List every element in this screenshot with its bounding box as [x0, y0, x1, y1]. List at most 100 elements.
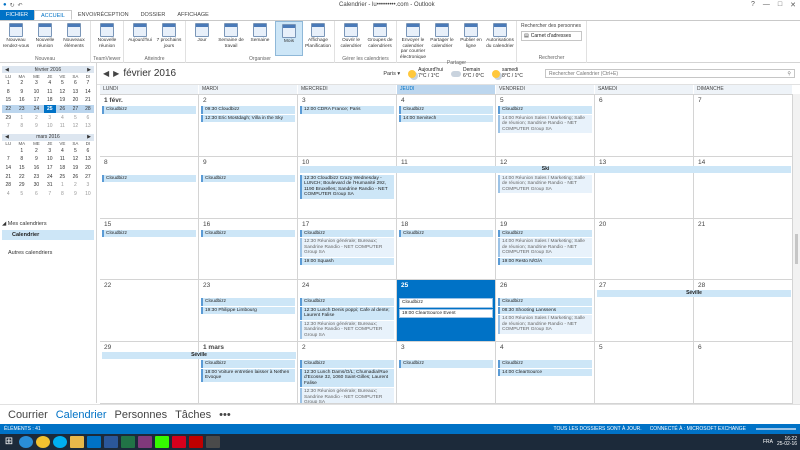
nav-mail[interactable]: Courrier	[8, 409, 48, 421]
day-cell[interactable]: 21	[694, 218, 793, 281]
day-cell[interactable]: 3 12:00 CDRA France; Paris	[298, 95, 397, 157]
mini-calendar-day[interactable]: 4	[2, 190, 15, 199]
calendar-event[interactable]: 14:00 Servitech	[399, 114, 493, 122]
ribbon-button[interactable]: Affichage Planification	[304, 21, 332, 56]
day-cell[interactable]: 25 Cloudbizz 19:00 ClearSource Event	[397, 280, 496, 343]
mini-calendar-day[interactable]: 2	[15, 79, 30, 88]
send-receive-icon[interactable]: ↻	[10, 2, 15, 9]
tab-fichier[interactable]: FICHIER	[0, 10, 34, 20]
language-indicator[interactable]: FRA	[763, 439, 773, 445]
folder-calendar[interactable]: Calendrier	[2, 230, 94, 240]
calendar-event[interactable]: 08:30 Shooting Lanssens	[498, 306, 592, 315]
mini-calendar-day[interactable]: 8	[15, 155, 30, 164]
day-cell[interactable]: 5	[595, 342, 694, 404]
maximize-icon[interactable]: □	[778, 1, 782, 9]
mini-calendar-day[interactable]: 18	[56, 164, 69, 173]
calendar-event[interactable]: Cloudbizz	[399, 229, 493, 238]
mini-calendar-day[interactable]: 28	[2, 181, 15, 190]
previous-month-icon[interactable]: ◀	[103, 69, 109, 78]
mini-calendar-day[interactable]: 28	[81, 104, 94, 114]
mini-calendar-day[interactable]: 7	[82, 79, 94, 88]
calendar-event[interactable]: Cloudbizz	[102, 174, 196, 183]
vertical-scrollbar[interactable]	[793, 94, 800, 404]
mini-calendar-day[interactable]: 16	[29, 164, 44, 173]
mini-calendar-day[interactable]: 4	[56, 113, 69, 122]
mini-calendar-day[interactable]: 20	[82, 164, 94, 173]
start-icon[interactable]: ⊞	[2, 436, 16, 448]
mini-calendar-day[interactable]: 15	[15, 164, 30, 173]
clock[interactable]: 16:22 25-02-16	[777, 436, 797, 448]
mini-calendar-day[interactable]: 3	[29, 79, 44, 88]
explorer-icon[interactable]	[70, 436, 84, 448]
mini-calendar-day[interactable]: 3	[44, 147, 56, 156]
day-cell[interactable]: 20	[595, 218, 694, 281]
mini-calendar-day[interactable]: 1	[15, 147, 30, 156]
calendar-event[interactable]: Cloudbizz	[498, 229, 592, 238]
calendar-event[interactable]: 12:30 Réunion générale; Bureaux; Sandrin…	[300, 320, 394, 340]
calculator-icon[interactable]	[206, 436, 220, 448]
day-cell[interactable]: 6	[694, 342, 793, 404]
calendar-event[interactable]: 14:00 Réunion Sales / Marketing; Salle d…	[498, 114, 592, 133]
mini-calendar-day[interactable]: 22	[2, 104, 15, 114]
ribbon-button[interactable]: Groupes de calendriers	[366, 21, 394, 56]
mini-calendar-day[interactable]: 7	[44, 190, 56, 199]
previous-month-icon[interactable]: ◀	[5, 67, 9, 73]
mini-calendar-day[interactable]: 22	[15, 172, 30, 181]
calendar-event[interactable]: 12:30 Réunion générale; Bureaux; Sandrin…	[300, 238, 394, 257]
calendar-event[interactable]: Cloudbizz	[201, 298, 295, 306]
mini-calendar-day[interactable]: 4	[44, 79, 56, 88]
calendar-event[interactable]: Cloudbizz	[399, 106, 493, 114]
calendar-event[interactable]: Cloudbizz	[201, 174, 295, 183]
day-cell[interactable]: 17 Cloudbizz 12:30 Réunion générale; Burea…	[298, 218, 397, 281]
mini-calendar-day[interactable]: 31	[44, 181, 56, 190]
mini-calendar-day[interactable]: 1	[15, 113, 30, 122]
mini-calendar-day[interactable]: 5	[56, 79, 69, 88]
mini-calendar-day[interactable]: 4	[56, 147, 69, 156]
day-cell[interactable]: 3 Cloudbizz	[397, 342, 496, 404]
mini-calendar-day[interactable]: 8	[2, 88, 15, 97]
other-calendars-header[interactable]: Autres calendriers	[2, 250, 94, 256]
calendar-event[interactable]: Cloudbizz	[300, 298, 394, 306]
scrollbar-thumb[interactable]	[795, 234, 798, 264]
ribbon-button[interactable]: Autorisations du calendrier	[486, 21, 514, 60]
calendar-event[interactable]: 19:30 Philippe Limbourg	[201, 306, 295, 315]
calendar-event[interactable]: Cloudbizz	[102, 106, 196, 114]
mini-calendar-day[interactable]: 1	[2, 79, 15, 88]
day-cell[interactable]: 7	[694, 95, 793, 157]
calendar-event[interactable]: 19:00 ClearSource Event	[399, 308, 493, 319]
calendar-event[interactable]: 14:00 Réunion Sales / Marketing; Salle d…	[498, 315, 592, 334]
mini-calendar-day[interactable]: 13	[69, 88, 82, 97]
day-cell[interactable]: 26 Cloudbizz 08:30 Shooting Lanssens 14:00 …	[496, 280, 595, 343]
mini-calendar-day[interactable]	[2, 147, 15, 156]
tab-accueil[interactable]: ACCUEIL	[34, 10, 72, 20]
calendar-event[interactable]: Cloudbizz	[399, 298, 493, 308]
ie-icon[interactable]	[19, 436, 33, 448]
help-icon[interactable]: ?	[751, 1, 755, 9]
mini-calendar-day[interactable]: 17	[44, 164, 56, 173]
tab-envoirception[interactable]: ENVOI/RÉCEPTION	[72, 10, 135, 20]
excel-icon[interactable]	[121, 436, 135, 448]
mini-calendar-day[interactable]: 21	[2, 172, 15, 181]
mini-calendar-day[interactable]: 11	[56, 122, 69, 131]
mini-calendar-day[interactable]: 9	[69, 190, 82, 199]
mini-calendar-day[interactable]: 12	[69, 155, 82, 164]
mini-calendar-day[interactable]: 17	[29, 96, 44, 105]
calendar-event[interactable]: Cloudbizz	[498, 106, 592, 114]
mini-calendar-day[interactable]: 3	[44, 113, 56, 122]
tab-affichage[interactable]: AFFICHAGE	[171, 10, 214, 20]
weather-city[interactable]: Paris ▾	[383, 71, 400, 77]
mini-calendar-day[interactable]: 13	[82, 155, 94, 164]
chrome-icon[interactable]	[36, 436, 50, 448]
mini-calendar-day[interactable]: 27	[82, 172, 94, 181]
ribbon-button[interactable]: Semaine de travail	[217, 21, 245, 56]
ribbon-button[interactable]: Aujourd'hui	[126, 21, 154, 56]
ribbon-button[interactable]: Mois	[275, 21, 303, 56]
mini-calendar-day[interactable]: 14	[2, 164, 15, 173]
calendar-event[interactable]: Cloudbizz	[201, 360, 295, 368]
ribbon-button[interactable]: 7 prochains jours	[155, 21, 183, 56]
calendar-event[interactable]: Cloudbizz	[201, 229, 295, 238]
mini-calendar-day[interactable]: 30	[29, 181, 44, 190]
filezilla-icon[interactable]	[189, 436, 203, 448]
mini-calendar-day[interactable]: 16	[15, 96, 30, 105]
my-calendars-header[interactable]: ◢ Mes calendriers	[2, 221, 94, 227]
